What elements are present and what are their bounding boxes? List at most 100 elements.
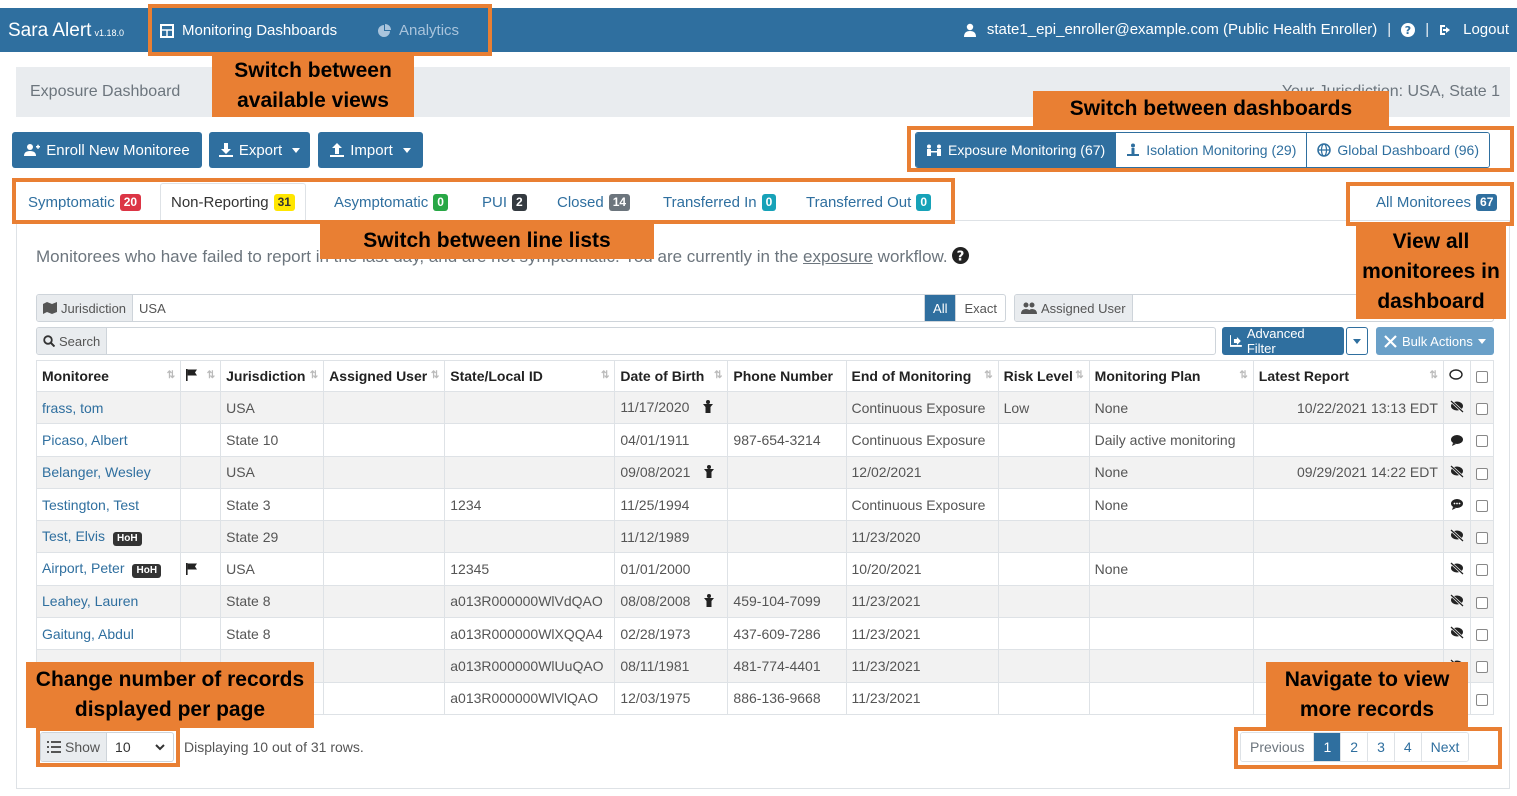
phone-cell — [727, 390, 847, 425]
assigned-user-label: Assigned User — [1041, 300, 1126, 316]
export-label: Export — [238, 141, 283, 159]
all-toggle[interactable]: All — [924, 295, 956, 321]
messages-cell — [1442, 520, 1471, 554]
jurisdiction-addon-label: Jurisdiction — [61, 300, 127, 316]
monitoree-link[interactable]: Test, Elvis — [42, 528, 105, 544]
no-messages-icon — [1449, 529, 1465, 545]
user-email[interactable]: state1_epi_enroller@example.com (Public … — [987, 21, 1377, 38]
flag-cell — [180, 423, 222, 457]
monitoree-link[interactable]: Belanger, Wesley — [42, 464, 151, 480]
row-checkbox[interactable] — [1475, 402, 1488, 415]
row-checkbox[interactable] — [1475, 499, 1488, 512]
monitoree-link[interactable]: Picaso, Albert — [42, 432, 128, 448]
risk-level-cell — [997, 617, 1090, 651]
latest-report-cell — [1252, 617, 1444, 651]
logout-link[interactable]: Logout — [1463, 21, 1509, 38]
col-monitoring-plan[interactable]: Monitoring Plan ⇅ — [1088, 360, 1254, 392]
monitoree-link[interactable]: Gaitung, Abdul — [42, 626, 134, 642]
assigned-user-cell — [323, 520, 446, 554]
row-checkbox[interactable] — [1475, 629, 1488, 642]
col-assigned-user[interactable]: Assigned User ⇅ — [323, 360, 446, 392]
advanced-filter-dropdown[interactable] — [1346, 327, 1368, 355]
sort-icon: ⇅ — [309, 370, 319, 381]
row-checkbox[interactable] — [1475, 564, 1488, 577]
dob-value: 09/08/2021 — [620, 463, 691, 480]
monitoring-plan-cell — [1088, 649, 1254, 683]
user-area: state1_epi_enroller@example.com (Public … — [963, 21, 1509, 38]
risk-level-cell — [997, 649, 1090, 683]
row-checkbox[interactable] — [1475, 693, 1488, 706]
jurisdiction-cell: State 29 — [220, 520, 325, 554]
brand[interactable]: Sara Alert v1.18.0 — [8, 20, 124, 42]
row-checkbox[interactable] — [1475, 435, 1488, 448]
col-messages[interactable] — [1442, 360, 1471, 392]
phone-cell: 481-774-4401 — [727, 649, 847, 683]
monitoring-plan-cell: None — [1088, 487, 1254, 522]
col-risk-level[interactable]: Risk Level ⇅ — [997, 360, 1090, 392]
phone-cell — [727, 552, 847, 586]
monitoree-link[interactable]: Leahey, Lauren — [42, 593, 138, 609]
col-monitoree[interactable]: Monitoree ⇅ — [35, 360, 182, 392]
bulk-actions-button[interactable]: Bulk Actions — [1376, 327, 1494, 355]
version: v1.18.0 — [94, 28, 124, 38]
row-checkbox[interactable] — [1475, 467, 1488, 480]
search-label: Search — [59, 333, 101, 349]
row-checkbox[interactable] — [1475, 661, 1488, 674]
workflow-link[interactable]: exposure — [803, 247, 873, 266]
user-plus-icon — [24, 144, 41, 156]
export-button[interactable]: Export — [209, 132, 310, 168]
row-checkbox[interactable] — [1475, 596, 1488, 609]
table-row[interactable]: Gaitung, Abdul State 8 a013R000000WlXQQA4 0… — [35, 617, 1495, 651]
help-icon[interactable]: ? — [1401, 22, 1416, 37]
help-icon[interactable]: ? — [952, 247, 970, 264]
table-row[interactable]: Airport, Peter HoH USA 12345 01/01/2000 10/20… — [35, 552, 1495, 586]
search-input[interactable] — [107, 328, 1215, 354]
table-row[interactable]: Picaso, Albert State 10 04/01/1911 987-654-… — [35, 423, 1495, 457]
col-latest-report[interactable]: Latest Report ⇅ — [1252, 360, 1444, 392]
page-title: Exposure Dashboard — [30, 83, 181, 100]
table-row[interactable]: Testington, Test State 3 1234 11/25/1994 Con… — [35, 487, 1495, 522]
col-dob[interactable]: Date of Birth ⇅ — [614, 360, 729, 392]
map-icon — [43, 302, 57, 314]
select-cell — [1469, 455, 1495, 489]
table-row[interactable]: Test, Elvis HoH State 29 11/12/1989 11/23/20… — [35, 520, 1495, 554]
table-row[interactable]: Belanger, Wesley USA 09/08/2021 12/02/2021 N… — [35, 455, 1495, 489]
monitoree-cell: Airport, Peter HoH — [35, 552, 182, 586]
monitoree-link[interactable]: frass, tom — [42, 400, 103, 416]
exact-toggle[interactable]: Exact — [955, 295, 1005, 321]
import-button[interactable]: Import — [318, 132, 423, 168]
sort-icon: ⇅ — [984, 370, 993, 381]
flag-icon — [186, 369, 198, 381]
col-jurisdiction[interactable]: Jurisdiction ⇅ — [220, 360, 325, 392]
col-select[interactable] — [1469, 360, 1495, 392]
state-id-cell: a013R000000WlXQQA4 — [444, 617, 616, 651]
end-of-monitoring-cell: Continuous Exposure — [845, 487, 999, 522]
enroll-button[interactable]: Enroll New Monitoree — [12, 132, 202, 168]
table-row[interactable]: frass, tom USA 11/17/2020 Continuous Exposu… — [35, 390, 1495, 425]
flag-cell — [180, 552, 222, 586]
no-messages-icon — [1449, 561, 1465, 578]
risk-level-cell — [997, 520, 1090, 554]
col-end-of-monitoring[interactable]: End of Monitoring ⇅ — [845, 360, 999, 392]
advanced-filter-button[interactable]: Advanced Filter — [1222, 326, 1344, 356]
monitoree-link[interactable]: Testington, Test — [42, 497, 139, 513]
flag-icon — [186, 562, 198, 578]
line-lists-highlight — [12, 178, 955, 224]
svg-text:?: ? — [1405, 24, 1411, 37]
table-row[interactable]: Leahey, Lauren State 8 a013R000000WlVdQAO 0… — [35, 584, 1495, 619]
row-checkbox[interactable] — [1475, 532, 1488, 545]
jurisdiction-input[interactable]: USA — [133, 295, 924, 321]
flag-cell — [180, 617, 222, 651]
select-all-checkbox[interactable] — [1475, 371, 1488, 384]
col-flag[interactable]: ⇅ — [180, 360, 222, 392]
messages-cell — [1442, 617, 1471, 651]
col-phone[interactable]: Phone Number — [727, 360, 847, 392]
displaying-count: Displaying 10 out of 31 rows. — [184, 739, 364, 755]
chevron-down-icon — [292, 147, 301, 153]
col-state-id[interactable]: State/Local ID ⇅ — [444, 360, 616, 392]
records-highlight — [36, 727, 180, 767]
monitoree-link[interactable]: Airport, Peter — [42, 560, 124, 576]
dob-cell: 04/01/1911 — [614, 423, 729, 457]
state-id-cell: 1234 — [444, 487, 616, 522]
phone-cell — [727, 487, 847, 522]
